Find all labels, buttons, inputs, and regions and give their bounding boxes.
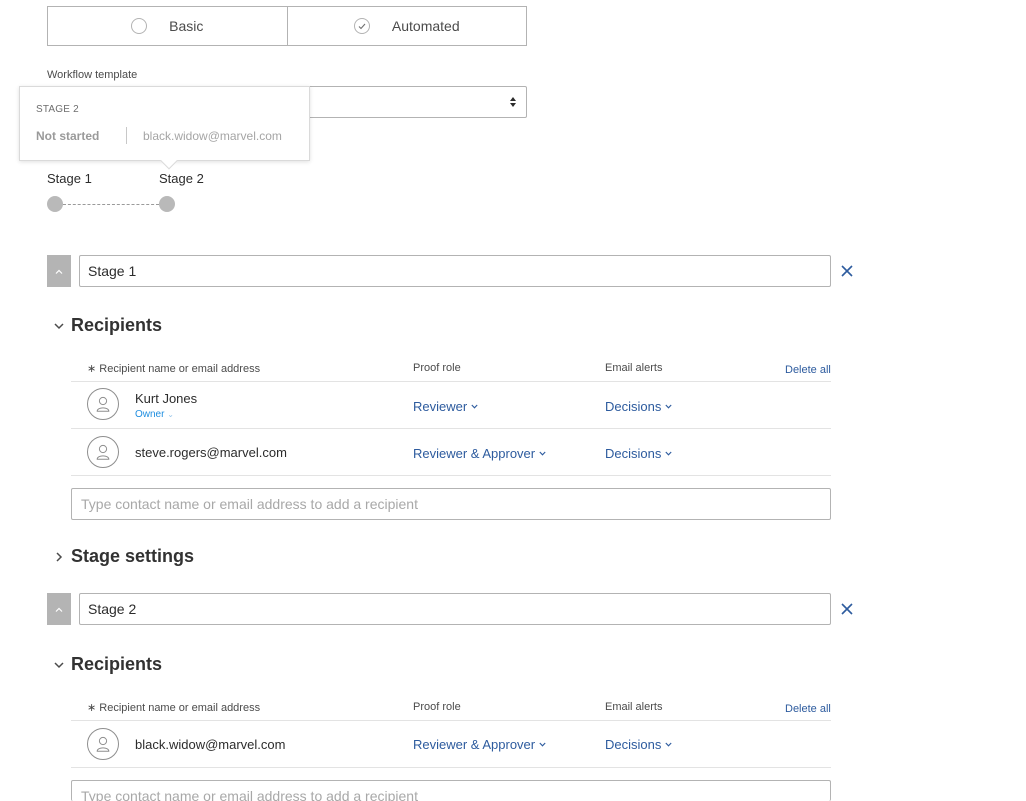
divider — [71, 475, 831, 476]
stage-1-delete-all-link[interactable]: Delete all — [785, 364, 831, 376]
chevron-up-icon — [55, 269, 63, 274]
avatar — [87, 436, 119, 468]
proof-role-value: Reviewer — [413, 399, 468, 414]
workflow-type-toggle: Basic Automated — [47, 6, 527, 46]
workflow-type-basic-option[interactable]: Basic — [48, 7, 287, 45]
chevron-down-icon — [539, 451, 546, 456]
recipient-column-label: Recipient name or email address — [99, 702, 261, 714]
proof-role-dropdown[interactable]: Reviewer — [413, 399, 478, 414]
email-alerts-value: Decisions — [605, 399, 662, 414]
user-icon — [96, 444, 110, 460]
radio-checked-icon — [353, 18, 370, 34]
stage-2-delete-all-link[interactable]: Delete all — [785, 703, 831, 715]
recipient-column-label: Recipient name or email address — [99, 363, 261, 375]
chevron-down-icon — [54, 661, 64, 668]
proof-role-column-header: Proof role — [413, 362, 461, 374]
tooltip-pointer — [160, 152, 178, 170]
tooltip-divider — [126, 127, 127, 144]
owner-badge[interactable]: Owner ⌄ — [135, 409, 174, 420]
chevron-down-icon — [471, 404, 478, 409]
radio-unchecked-icon — [131, 18, 148, 34]
user-icon — [96, 736, 110, 752]
owner-badge-label: Owner — [135, 409, 165, 420]
stage-1-remove-icon[interactable] — [839, 263, 855, 279]
stage-1-settings-heading[interactable]: Stage settings — [54, 546, 194, 567]
tooltip-stage-title: STAGE 2 — [36, 104, 79, 115]
proof-role-value: Reviewer & Approver — [413, 446, 536, 461]
workflow-type-automated-option[interactable]: Automated — [286, 7, 527, 45]
proof-role-dropdown[interactable]: Reviewer & Approver — [413, 446, 546, 461]
workflow-template-label: Workflow template — [47, 69, 138, 81]
tooltip-recipient-email: black.widow@marvel.com — [143, 129, 282, 143]
stage-2-name-input[interactable]: Stage 2 — [79, 593, 831, 625]
tooltip-stage-status: Not started — [36, 129, 100, 143]
stage-2-add-recipient-input[interactable]: Type contact name or email address to ad… — [71, 780, 831, 801]
email-alerts-column-header: Email alerts — [605, 701, 663, 713]
proof-role-dropdown[interactable]: Reviewer & Approver — [413, 737, 546, 752]
chevron-down-icon — [665, 451, 672, 456]
timeline-connector — [63, 204, 159, 205]
stage-1-collapse-button[interactable] — [47, 255, 71, 287]
timeline-stage-2-dot[interactable] — [159, 196, 175, 212]
recipient-name: steve.rogers@marvel.com — [135, 445, 287, 460]
stage-1-recipients-heading[interactable]: Recipients — [54, 315, 162, 336]
recipient-name: Kurt Jones — [135, 391, 198, 406]
recipient-name: black.widow@marvel.com — [135, 737, 286, 752]
stage-2-recipients-heading[interactable]: Recipients — [54, 654, 162, 675]
avatar — [87, 728, 119, 760]
divider — [71, 767, 831, 768]
recipients-title: Recipients — [71, 315, 163, 335]
chevron-down-icon — [539, 742, 546, 747]
caret-icon: ⌄ — [167, 410, 174, 419]
chevron-down-icon — [665, 404, 672, 409]
timeline-stage-2-label: Stage 2 — [159, 171, 204, 186]
recipient-column-header: ∗ Recipient name or email address — [87, 702, 261, 714]
workflow-type-basic-label: Basic — [169, 18, 204, 34]
timeline-stage-1-dot[interactable] — [47, 196, 63, 212]
select-arrows-icon — [510, 97, 516, 107]
divider — [71, 720, 831, 721]
email-alerts-value: Decisions — [605, 446, 662, 461]
stage-1-add-recipient-input[interactable]: Type contact name or email address to ad… — [71, 488, 831, 520]
email-alerts-dropdown[interactable]: Decisions — [605, 737, 672, 752]
stage-settings-title: Stage settings — [71, 546, 195, 566]
divider — [71, 381, 831, 382]
proof-role-column-header: Proof role — [413, 701, 461, 713]
stage-2-remove-icon[interactable] — [839, 601, 855, 617]
email-alerts-value: Decisions — [605, 737, 662, 752]
email-alerts-dropdown[interactable]: Decisions — [605, 399, 672, 414]
recipients-title: Recipients — [71, 654, 163, 674]
chevron-right-icon — [56, 551, 63, 562]
stage-2-collapse-button[interactable] — [47, 593, 71, 625]
stage-tooltip: STAGE 2 Not started black.widow@marvel.c… — [19, 86, 310, 170]
email-alerts-column-header: Email alerts — [605, 362, 663, 374]
recipient-column-header: ∗ Recipient name or email address — [87, 363, 261, 375]
timeline-stage-1-label: Stage 1 — [47, 171, 92, 186]
chevron-down-icon — [54, 322, 64, 329]
user-icon — [96, 396, 110, 412]
proof-role-value: Reviewer & Approver — [413, 737, 536, 752]
workflow-type-automated-label: Automated — [391, 18, 460, 34]
chevron-up-icon — [55, 607, 63, 612]
email-alerts-dropdown[interactable]: Decisions — [605, 446, 672, 461]
chevron-down-icon — [665, 742, 672, 747]
divider — [71, 428, 831, 429]
avatar — [87, 388, 119, 420]
stage-1-name-input[interactable]: Stage 1 — [79, 255, 831, 287]
